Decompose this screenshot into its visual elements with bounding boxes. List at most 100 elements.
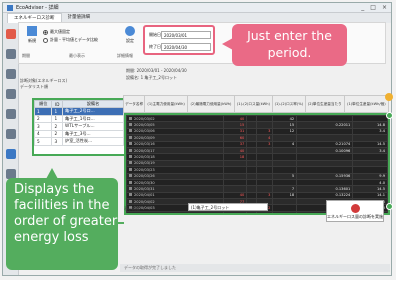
grid-cell <box>246 210 257 213</box>
facility-row[interactable]: 2 1 亀子工_1号ロ... <box>33 114 124 123</box>
grid-marker-top <box>386 112 393 119</box>
facility-row[interactable]: 1 1 亀子工_2号ロ... <box>33 107 124 116</box>
row-checkbox[interactable] <box>129 123 132 127</box>
grid-col-header[interactable]: データ名称 <box>122 95 146 113</box>
cell: 1 <box>33 107 53 116</box>
facility-table: 順位 ID 設備名 1 1 亀子工_2号ロ... 2 1 亀子工_1号ロ... 3 2 WT… <box>33 100 124 146</box>
row-date: 2020/03/05 <box>134 123 155 128</box>
grid-header-table: データ名称 (1)主電力使用量(kWh) (2)最適電力使用量(kWh) (1)-(2… <box>122 95 390 113</box>
new-button[interactable]: 新規 <box>21 26 43 50</box>
grid-col-header[interactable]: (2)単位生産量当たり <box>304 95 345 113</box>
row-date: 2020/04/06 <box>134 212 155 215</box>
cell: 5 <box>33 137 53 146</box>
title-bar: EcoAdviser - 詳細 _ □ × <box>3 3 391 13</box>
row-checkbox[interactable] <box>129 199 132 203</box>
facility-row[interactable]: 5 3 炉室_活性炭... <box>33 137 124 146</box>
run-diagnosis-label: エネルギーロス量の診断を実施 <box>327 214 383 219</box>
cell: 3 <box>33 122 53 131</box>
window-title: EcoAdviser - 詳細 <box>16 5 59 11</box>
settings-button[interactable]: 設定 <box>119 26 141 50</box>
window-controls: _ □ × <box>361 4 387 11</box>
facility-list: 順位 ID 設備名 1 1 亀子工_2号ロ... 2 1 亀子工_1号ロ... 3 2 WT… <box>32 98 126 156</box>
info-facility: 設備名: 1 亀子工_2号ロット <box>126 75 177 80</box>
row-date: 2020/03/30 <box>134 180 155 185</box>
grid-cell: 2020/04/06 <box>126 210 224 215</box>
col-rank[interactable]: 順位 <box>33 100 53 108</box>
row-checkbox[interactable] <box>129 193 132 197</box>
end-date-input[interactable]: 2020/04/30 <box>161 43 211 51</box>
start-date-input[interactable]: 2020/03/01 <box>161 31 211 39</box>
row-checkbox[interactable] <box>129 155 132 159</box>
row-checkbox[interactable] <box>129 161 132 165</box>
facility-row[interactable]: 4 2 亀子工_3号... <box>33 129 124 138</box>
left-captions: 診断対象(エネルギーロス) データリスト順 <box>18 76 118 94</box>
cell: 亀子工_2号ロ... <box>62 107 124 116</box>
play-icon[interactable] <box>6 149 16 159</box>
chart-icon[interactable] <box>6 69 16 79</box>
row-checkbox[interactable] <box>129 148 132 152</box>
row-date: 2020/03/31 <box>134 186 155 191</box>
row-date: 2020/03/16 <box>134 142 155 147</box>
row-checkbox[interactable] <box>129 212 132 213</box>
close-button[interactable]: × <box>382 4 387 11</box>
cell: 2 <box>33 114 53 123</box>
run-icon <box>350 204 360 213</box>
row-checkbox[interactable] <box>129 142 132 146</box>
callout-facilities: Displays the facilities in the order of … <box>6 168 118 270</box>
col-name[interactable]: 設備名 <box>62 100 124 108</box>
row-date: 2020/03/09 <box>134 135 155 140</box>
gear-icon <box>125 26 135 36</box>
facility-select[interactable]: (1)亀子工_2号ロット <box>188 203 268 211</box>
option-compare[interactable]: 計量・平均値とデータ比較 <box>43 37 98 43</box>
tool-icon[interactable] <box>6 109 16 119</box>
cell: 亀子工_1号ロ... <box>62 114 124 123</box>
section-min-display: 最小表示 <box>69 53 85 58</box>
row-checkbox[interactable] <box>129 167 132 171</box>
row-checkbox[interactable] <box>129 180 132 184</box>
grid-col-header[interactable]: (1)-(2)ロス量(kWh) <box>233 95 273 113</box>
grid-col-header[interactable]: (1)単位生産量(kWh/個) <box>343 95 390 113</box>
grid-col-header[interactable]: (1)-(2)ロス率(%) <box>271 95 306 113</box>
maximize-button[interactable]: □ <box>370 4 376 11</box>
report-icon[interactable] <box>6 89 16 99</box>
left-caption-2: データリスト順 <box>20 84 48 89</box>
end-date-label: 終了日 <box>149 44 161 49</box>
radio-dot <box>43 29 48 35</box>
run-diagnosis-button[interactable]: エネルギーロス量の診断を実施 <box>326 200 384 222</box>
list-icon[interactable] <box>6 49 16 59</box>
status-bar: データの取得が完了しました <box>120 264 390 272</box>
option-max-fixed[interactable]: 最大値固定 <box>43 29 70 35</box>
info-period: 期間: 2020/03/01 - 2020/04/30 <box>126 68 187 73</box>
cell: 2 <box>51 122 64 131</box>
row-checkbox[interactable] <box>129 174 132 178</box>
screenshot-root: EcoAdviser - 詳細 _ □ × エネルギーロス診断 計量値詳細 新規… <box>0 0 396 280</box>
scroll-marker <box>385 93 393 101</box>
grid-cell <box>222 210 248 213</box>
analysis-icon[interactable] <box>6 29 16 39</box>
row-date: 2020/03/06 <box>134 129 155 134</box>
facility-row[interactable]: 3 2 WTLサーブル... <box>33 122 124 131</box>
callout-period: Just enter the period. <box>222 24 347 66</box>
minimize-button[interactable]: _ <box>361 4 364 11</box>
data-icon[interactable] <box>6 129 16 139</box>
app-icon <box>7 4 13 11</box>
cell: 亀子工_3号... <box>62 129 124 138</box>
cell: 1 <box>51 107 64 116</box>
grid-col-header[interactable]: (2)最適電力使用量(kWh) <box>187 95 235 113</box>
grid-cell <box>255 210 274 213</box>
period-input-group: 開始日 2020/03/01 終了日 2020/04/30 <box>143 25 215 55</box>
row-checkbox[interactable] <box>129 186 132 190</box>
radio-dot <box>43 37 48 43</box>
cell: 1 <box>51 114 64 123</box>
grid-col-header[interactable]: (1)主電力使用量(kWh) <box>144 95 189 113</box>
row-checkbox[interactable] <box>129 135 132 139</box>
cell: WTLサーブル... <box>62 122 124 131</box>
row-date: 2020/03/19 <box>134 161 155 166</box>
new-label: 新規 <box>28 38 36 43</box>
row-date: 2020/03/18 <box>134 155 155 160</box>
row-checkbox[interactable] <box>129 116 132 120</box>
option-label: 最大値固定 <box>50 29 70 34</box>
col-id[interactable]: ID <box>51 100 64 108</box>
display-period-label: 表示期間 <box>124 206 140 211</box>
row-checkbox[interactable] <box>129 129 132 133</box>
